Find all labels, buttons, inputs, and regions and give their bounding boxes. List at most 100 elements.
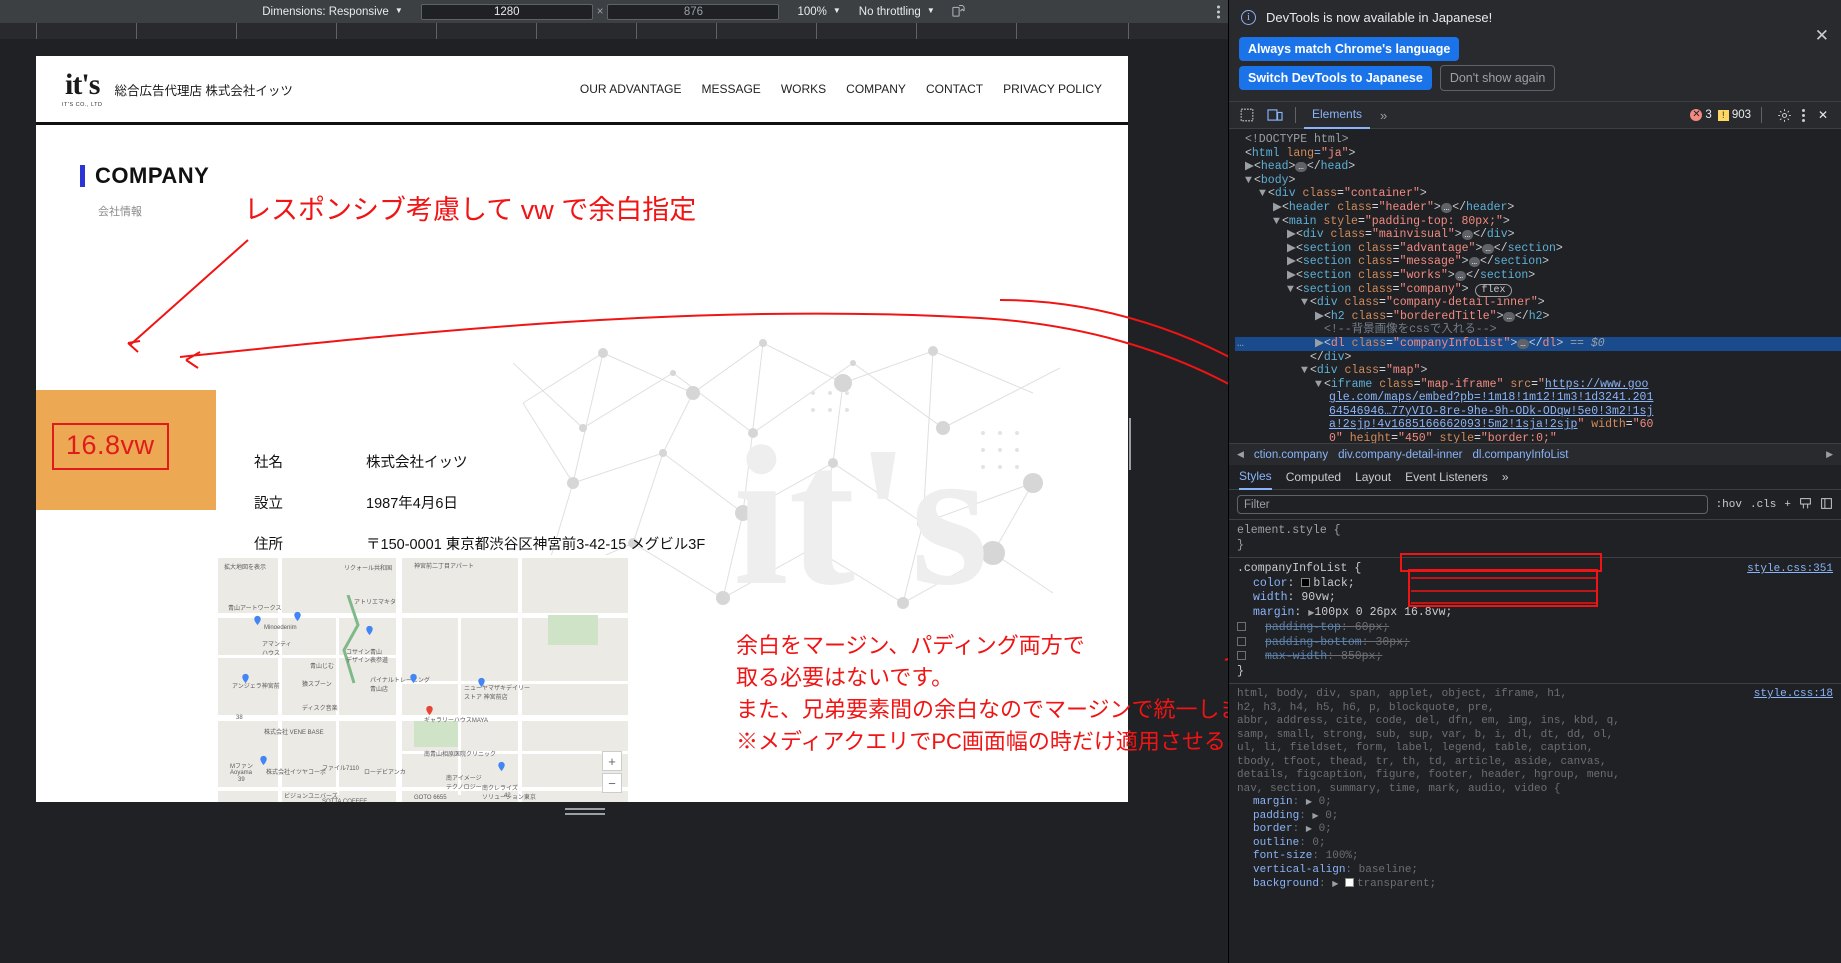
nav-item-works[interactable]: WORKS — [781, 82, 826, 96]
nav-item-message[interactable]: MESSAGE — [701, 82, 760, 96]
color-swatch[interactable] — [1301, 577, 1311, 587]
dom-line[interactable]: ▶<section class="advantage">… </section> — [1235, 242, 1841, 256]
dom-line[interactable]: ▼ <div class="container"> — [1235, 187, 1841, 201]
page-viewport[interactable]: it's IT'S CO., LTD 総合広告代理店 株式会社イッツ OUR A… — [36, 56, 1128, 802]
close-devtools-icon[interactable]: ✕ — [1811, 104, 1835, 126]
dont-show-again-button[interactable]: Don't show again — [1439, 65, 1556, 91]
site-logo[interactable]: it's IT'S CO., LTD 総合広告代理店 株式会社イッツ — [62, 70, 293, 109]
css-declaration-margin[interactable]: margin: ▶ 0; — [1237, 796, 1833, 810]
css-selector[interactable]: .companyInfoList { — [1237, 562, 1833, 577]
dom-line[interactable]: ▶<div class="mainvisual">… </div> — [1235, 228, 1841, 242]
copy-styles-icon[interactable] — [1799, 497, 1812, 513]
css-property-value[interactable]: black; — [1313, 577, 1354, 590]
dom-line[interactable]: ▼ <div class="company-detail-inner"> — [1235, 296, 1841, 310]
dom-line[interactable]: <!--背景画像をcssで入れる--> — [1235, 323, 1841, 337]
css-declaration-max-width[interactable]: max-width: 850px; — [1237, 650, 1833, 665]
css-property-name[interactable]: padding-top — [1249, 621, 1341, 634]
dom-line[interactable]: <!DOCTYPE html> — [1235, 133, 1841, 147]
css-property-name[interactable]: margin — [1237, 606, 1294, 619]
dom-line[interactable]: ▶<head>… </head> — [1235, 160, 1841, 174]
css-property-name[interactable]: margin — [1237, 796, 1293, 808]
toggle-sidebar-icon[interactable] — [1820, 497, 1833, 513]
dimensions-select[interactable]: Dimensions: Responsive ▼ — [262, 6, 402, 18]
nav-item-privacy-policy[interactable]: PRIVACY POLICY — [1003, 82, 1102, 96]
css-declaration-color[interactable]: color: black; — [1237, 577, 1833, 592]
gear-icon[interactable] — [1772, 104, 1796, 126]
flex-badge[interactable]: flex — [1475, 283, 1512, 297]
viewport-resize-handle-horizontal[interactable] — [565, 808, 605, 817]
more-tabs-icon[interactable]: » — [1374, 108, 1393, 123]
dom-line[interactable]: </div> — [1235, 351, 1841, 365]
styles-more-tabs-icon[interactable]: » — [1502, 470, 1509, 484]
dom-url-text[interactable]: gle.com/maps/embed?pb=!1m18!1m12!1m3!1d3… — [1329, 391, 1653, 404]
tab-event-listeners[interactable]: Event Listeners — [1405, 470, 1488, 484]
css-property-name[interactable]: background — [1237, 878, 1319, 890]
declaration-checkbox[interactable] — [1237, 636, 1246, 646]
tab-elements[interactable]: Elements — [1304, 102, 1371, 129]
viewport-resize-handle-vertical[interactable] — [1129, 418, 1138, 470]
nav-item-company[interactable]: COMPANY — [846, 82, 906, 96]
warning-count-badge[interactable]: ! 903 — [1717, 109, 1751, 121]
css-declaration-padding[interactable]: padding: ▶ 0; — [1237, 810, 1833, 824]
google-map-iframe[interactable]: 拡大地図を表示 神宮前二丁目アパート リクォール共和国 青山アートワークス Mi… — [218, 555, 628, 802]
dom-line[interactable]: ▶<h2 class="borderedTitle">… </h2> — [1235, 310, 1841, 324]
rotate-icon[interactable] — [951, 3, 966, 21]
css-declaration-vertical-align[interactable]: vertical-align: baseline; — [1237, 864, 1833, 878]
css-property-value[interactable]: 90vw; — [1301, 591, 1336, 604]
css-source-link[interactable]: style.css:351 — [1747, 562, 1833, 577]
zoom-select[interactable]: 100% ▼ — [797, 6, 840, 18]
css-property-name[interactable]: color — [1237, 577, 1288, 590]
css-declaration-border[interactable]: border: ▶ 0; — [1237, 823, 1833, 837]
dom-line[interactable]: a!2sjp!4v1685166662093!5m2!1sja!2sjp" wi… — [1235, 418, 1841, 432]
cls-toggle-button[interactable]: .cls — [1750, 499, 1776, 511]
css-property-value[interactable]: 30px; — [1375, 636, 1410, 649]
css-property-name[interactable]: width — [1237, 591, 1288, 604]
device-emulation-toolbar[interactable]: Dimensions: Responsive ▼ × 100% ▼ No thr… — [0, 0, 1228, 23]
new-style-rule-icon[interactable]: + — [1784, 499, 1791, 511]
styles-rules-pane[interactable]: element.style { } style.css:351 .company… — [1229, 520, 1841, 892]
dom-line[interactable]: 0" height="450" style="border:0;" — [1235, 432, 1841, 443]
error-count-badge[interactable]: ✕ 3 — [1690, 109, 1712, 121]
close-icon[interactable]: ✕ — [1815, 26, 1829, 46]
css-property-value[interactable]: 100%; — [1326, 850, 1359, 862]
css-rule-element-style[interactable]: element.style { } — [1229, 524, 1841, 553]
tab-layout[interactable]: Layout — [1355, 470, 1391, 484]
css-declaration-width[interactable]: width: 90vw; — [1237, 591, 1833, 606]
color-swatch[interactable] — [1344, 878, 1354, 887]
throttling-select[interactable]: No throttling ▼ — [859, 6, 935, 18]
css-property-value[interactable]: 0; — [1312, 837, 1325, 849]
dom-line[interactable]: ▼ <section class="company"> flex — [1235, 283, 1841, 297]
declaration-checkbox[interactable] — [1237, 622, 1246, 631]
device-toolbar-icon[interactable] — [1263, 104, 1287, 126]
dom-line[interactable]: ▶<header class="header">… </header> — [1235, 201, 1841, 215]
tab-computed[interactable]: Computed — [1286, 470, 1341, 484]
breadcrumb-scroll-right-icon[interactable]: ▶ — [1826, 449, 1833, 460]
css-declaration-padding-top[interactable]: padding-top: 60px; — [1237, 621, 1833, 636]
device-toolbar-menu-icon[interactable] — [1217, 5, 1220, 18]
viewport-ruler[interactable] — [0, 23, 1228, 39]
dom-line[interactable]: 64546946…77yVIO-8re-9he-9h-ODk-ODqw!5e0!… — [1235, 405, 1841, 419]
dom-line[interactable]: ▶<section class="message">… </section> — [1235, 255, 1841, 269]
css-declaration-padding-bottom[interactable]: padding-bottom: 30px; — [1237, 636, 1833, 651]
styles-filter-row[interactable]: :hov .cls + — [1229, 490, 1841, 520]
css-property-name[interactable]: font-size — [1237, 850, 1312, 862]
devtools-tabbar[interactable]: Elements » ✕ 3 ! 903 ✕ — [1229, 102, 1841, 129]
dom-line[interactable]: ▼ <iframe class="map-iframe" src="https:/… — [1235, 378, 1841, 392]
css-property-value[interactable]: 850px; — [1341, 650, 1382, 663]
viewport-height-input[interactable] — [607, 3, 780, 20]
css-property-name[interactable]: vertical-align — [1237, 864, 1345, 876]
css-property-value[interactable]: 0; — [1325, 810, 1338, 822]
css-declaration-outline[interactable]: outline: 0; — [1237, 837, 1833, 851]
dom-line[interactable]: ▼ <body> — [1235, 174, 1841, 188]
expand-shorthand-icon[interactable]: ▶ — [1306, 825, 1312, 834]
css-source-link[interactable]: style.css:18 — [1754, 688, 1833, 702]
dom-line[interactable]: ▼ <div class="map"> — [1235, 364, 1841, 378]
dom-line[interactable]: ▶<section class="works">… </section> — [1235, 269, 1841, 283]
map-canvas[interactable]: 拡大地図を表示 神宮前二丁目アパート リクォール共和国 青山アートワークス Mi… — [218, 555, 628, 802]
nav-item-our-advantage[interactable]: OUR ADVANTAGE — [580, 82, 682, 96]
css-property-value[interactable]: 0; — [1319, 823, 1332, 835]
tab-styles[interactable]: Styles — [1239, 465, 1272, 490]
css-property-name[interactable]: max-width — [1249, 650, 1327, 663]
switch-to-japanese-button[interactable]: Switch DevTools to Japanese — [1239, 66, 1432, 90]
hov-toggle-button[interactable]: :hov — [1716, 499, 1742, 511]
